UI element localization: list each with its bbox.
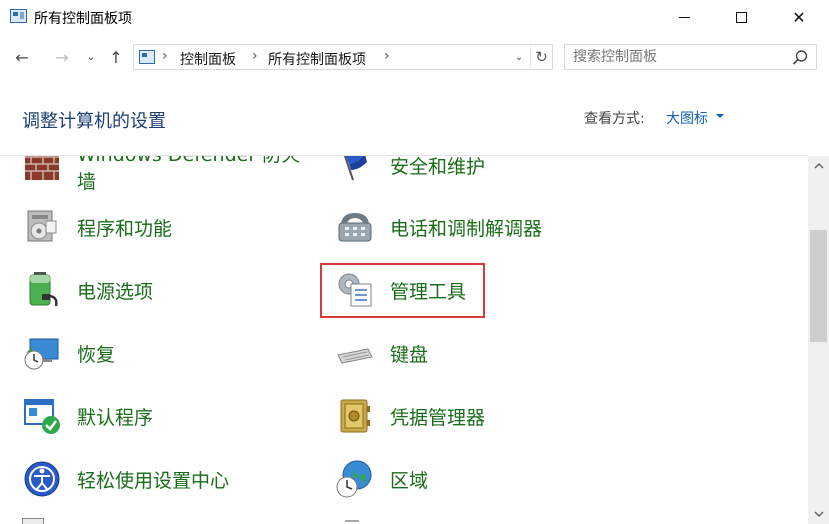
scroll-up-button[interactable] bbox=[808, 156, 829, 176]
view-by-dropdown[interactable]: 大图标 bbox=[666, 108, 708, 128]
caret-down-icon[interactable] bbox=[716, 114, 724, 118]
scroll-down-button[interactable] bbox=[808, 504, 829, 524]
maximize-button[interactable] bbox=[712, 0, 770, 34]
refresh-button[interactable]: ↻ bbox=[530, 46, 552, 68]
item-region[interactable]: 区域 bbox=[333, 454, 633, 504]
vertical-scrollbar[interactable] bbox=[808, 156, 829, 524]
page-header: 调整计算机的设置 查看方式: 大图标 bbox=[0, 80, 829, 155]
item-recovery[interactable]: 恢复 bbox=[20, 328, 320, 378]
recent-locations-button[interactable]: ⌄ bbox=[82, 45, 100, 69]
address-bar[interactable]: › 控制面板 › 所有控制面板项 › ⌄ ↻ bbox=[133, 44, 553, 70]
recovery-icon bbox=[24, 338, 59, 370]
item-security-maintenance[interactable]: 安全和维护 bbox=[333, 156, 633, 192]
chevron-down-icon: ⌄ bbox=[514, 51, 524, 63]
item-label: 安全和维护 bbox=[390, 156, 486, 178]
item-label: 恢复 bbox=[77, 344, 116, 366]
page-title: 调整计算机的设置 bbox=[22, 111, 166, 132]
item-label: 默认程序 bbox=[77, 407, 154, 429]
partial-item-icon bbox=[22, 518, 44, 524]
view-by-label: 查看方式: bbox=[584, 111, 645, 127]
breadcrumb-separator: › bbox=[162, 48, 168, 64]
scroll-thumb[interactable] bbox=[810, 230, 827, 342]
chevron-up-icon bbox=[814, 163, 823, 169]
keyboard-icon bbox=[337, 348, 373, 364]
item-label: 区域 bbox=[390, 470, 429, 492]
maximize-icon bbox=[735, 11, 747, 23]
control-panel-location-icon bbox=[139, 50, 155, 64]
item-firewall[interactable]: Windows Defender 防火 墙 bbox=[20, 156, 320, 193]
navigation-bar: ← → ⌄ ↑ › 控制面板 › 所有控制面板项 › ⌄ ↻ bbox=[0, 37, 829, 77]
item-label: 凭据管理器 bbox=[390, 407, 486, 429]
title-bar: 所有控制面板项 ✕ bbox=[0, 0, 829, 34]
item-label: 程序和功能 bbox=[77, 218, 173, 240]
window-title: 所有控制面板项 bbox=[34, 11, 132, 27]
item-label: 电源选项 bbox=[77, 281, 154, 303]
arrow-right-icon: → bbox=[55, 47, 69, 67]
item-label: 墙 bbox=[77, 171, 97, 193]
globe-clock-icon bbox=[336, 460, 372, 498]
chevron-down-icon bbox=[814, 511, 823, 517]
item-phone-modem[interactable]: 电话和调制解调器 bbox=[333, 202, 633, 252]
highlight-box bbox=[320, 263, 485, 318]
control-panel-app-icon bbox=[10, 9, 27, 23]
battery-icon bbox=[29, 272, 58, 307]
chevron-down-icon: ⌄ bbox=[86, 51, 96, 63]
arrow-up-icon: ↑ bbox=[109, 47, 123, 67]
forward-button[interactable]: → bbox=[50, 45, 74, 69]
breadcrumb-control-panel[interactable]: 控制面板 bbox=[180, 49, 236, 69]
item-programs-features[interactable]: 程序和功能 bbox=[20, 202, 320, 252]
up-button[interactable]: ↑ bbox=[104, 45, 128, 69]
item-label: 轻松使用设置中心 bbox=[77, 470, 230, 492]
breadcrumb-separator: › bbox=[252, 48, 258, 64]
close-button[interactable]: ✕ bbox=[770, 0, 828, 34]
item-keyboard[interactable]: 键盘 bbox=[333, 328, 633, 378]
close-icon: ✕ bbox=[792, 7, 806, 27]
minimize-icon bbox=[678, 16, 690, 18]
refresh-icon: ↻ bbox=[535, 48, 548, 66]
item-label: 电话和调制解调器 bbox=[390, 218, 543, 240]
search-box[interactable] bbox=[564, 44, 817, 70]
firewall-icon bbox=[25, 156, 59, 180]
partial-item-icon bbox=[345, 520, 359, 524]
breadcrumb-separator[interactable]: › bbox=[384, 48, 390, 64]
security-flag-icon bbox=[343, 156, 367, 181]
address-dropdown-button[interactable]: ⌄ bbox=[510, 47, 528, 67]
item-label: Windows Defender 防火 bbox=[77, 156, 300, 167]
item-default-programs[interactable]: 默认程序 bbox=[20, 391, 320, 441]
programs-icon bbox=[27, 210, 57, 242]
default-programs-icon bbox=[24, 399, 60, 434]
item-ease-of-access[interactable]: 轻松使用设置中心 bbox=[20, 454, 320, 504]
arrow-left-icon: ← bbox=[15, 47, 29, 67]
control-panel-items: Windows Defender 防火 墙 安全和维护 程序和功能 电话和调制解… bbox=[0, 156, 808, 524]
credential-vault-icon bbox=[340, 399, 370, 433]
item-credential-manager[interactable]: 凭据管理器 bbox=[333, 391, 633, 441]
search-input[interactable] bbox=[573, 48, 783, 66]
ease-of-access-icon bbox=[24, 461, 60, 497]
phone-modem-icon bbox=[338, 213, 372, 242]
search-icon[interactable] bbox=[791, 49, 809, 67]
item-power-options[interactable]: 电源选项 bbox=[20, 265, 320, 315]
minimize-button[interactable] bbox=[655, 0, 713, 34]
breadcrumb-all-items[interactable]: 所有控制面板项 bbox=[268, 49, 366, 69]
back-button[interactable]: ← bbox=[10, 45, 34, 69]
item-label: 键盘 bbox=[390, 344, 429, 366]
